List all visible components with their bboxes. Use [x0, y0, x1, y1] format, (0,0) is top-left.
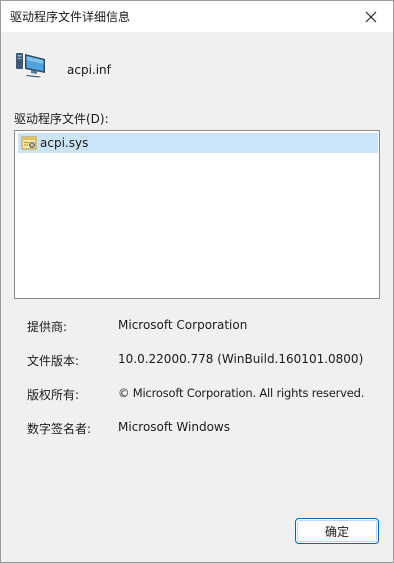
provider-value: Microsoft Corporation: [118, 318, 248, 332]
digital-signer-label: 数字签名者:: [27, 422, 92, 436]
file-version-label: 文件版本:: [27, 354, 80, 368]
computer-monitor-icon: [16, 53, 45, 78]
close-icon: [365, 11, 377, 22]
provider-label: 提供商:: [27, 320, 68, 334]
list-item-label: acpi.sys: [40, 136, 89, 150]
inf-file-name: acpi.inf: [67, 63, 111, 77]
copyright-label: 版权所有:: [27, 388, 80, 402]
ok-button[interactable]: 确定: [295, 518, 379, 544]
driver-file-details-dialog: 驱动程序文件详细信息 acpi.inf 驱动程序文件(D): acpi.sys …: [0, 0, 394, 563]
driver-files-label: 驱动程序文件(D):: [14, 112, 109, 126]
close-button[interactable]: [349, 1, 393, 32]
driver-files-listbox[interactable]: acpi.sys: [14, 130, 380, 299]
system-file-icon: [21, 136, 37, 150]
copyright-value: © Microsoft Corporation. All rights rese…: [118, 386, 365, 400]
title-bar[interactable]: 驱动程序文件详细信息: [1, 1, 393, 32]
window-title: 驱动程序文件详细信息: [10, 10, 131, 24]
file-version-value: 10.0.22000.778 (WinBuild.160101.0800): [118, 352, 364, 366]
list-item[interactable]: acpi.sys: [18, 133, 378, 153]
digital-signer-value: Microsoft Windows: [118, 420, 230, 434]
